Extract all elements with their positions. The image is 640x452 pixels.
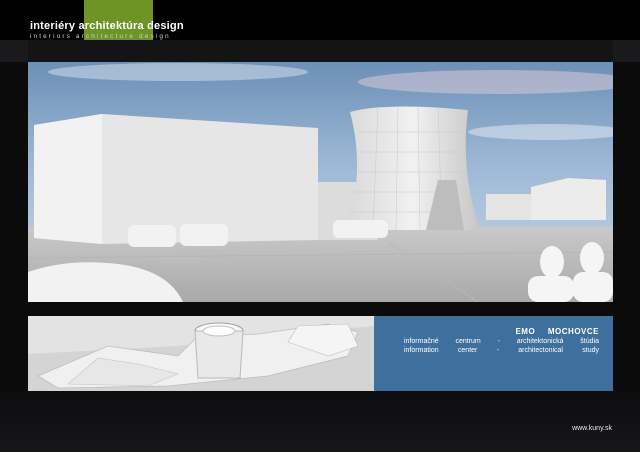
hero-render (28, 62, 613, 302)
brand-word-architecture: architektúra (78, 20, 144, 32)
project-info-box: EMO MOCHOVCE informačné centrum - archit… (374, 316, 613, 391)
brand-word-interiors: interiéry (30, 20, 76, 32)
far-building (531, 178, 606, 220)
panel-top-border (28, 40, 613, 62)
footer-band (0, 391, 640, 452)
project-subtitle-sk: informačné centrum - architektonická štú… (404, 338, 599, 345)
project-title: EMO MOCHOVCE (515, 327, 599, 336)
aerial-thumbnail (28, 316, 374, 391)
box-building-side (34, 114, 102, 244)
brand-line-2: interiors architecture design (30, 33, 171, 40)
brand-line-1: interiéry architektúra design (30, 20, 184, 32)
project-subtitle-en: information center - architectonical stu… (404, 347, 599, 354)
brand-word-design: design (147, 20, 184, 32)
aerial-scene (28, 316, 374, 391)
website-link[interactable]: www.kuny.sk (572, 425, 612, 432)
rendering-scene (28, 62, 613, 302)
far-building (486, 194, 531, 220)
cloud (48, 63, 308, 81)
brand-logo: interiéry architektúra design interiors … (30, 20, 184, 40)
tower-top (194, 322, 244, 379)
